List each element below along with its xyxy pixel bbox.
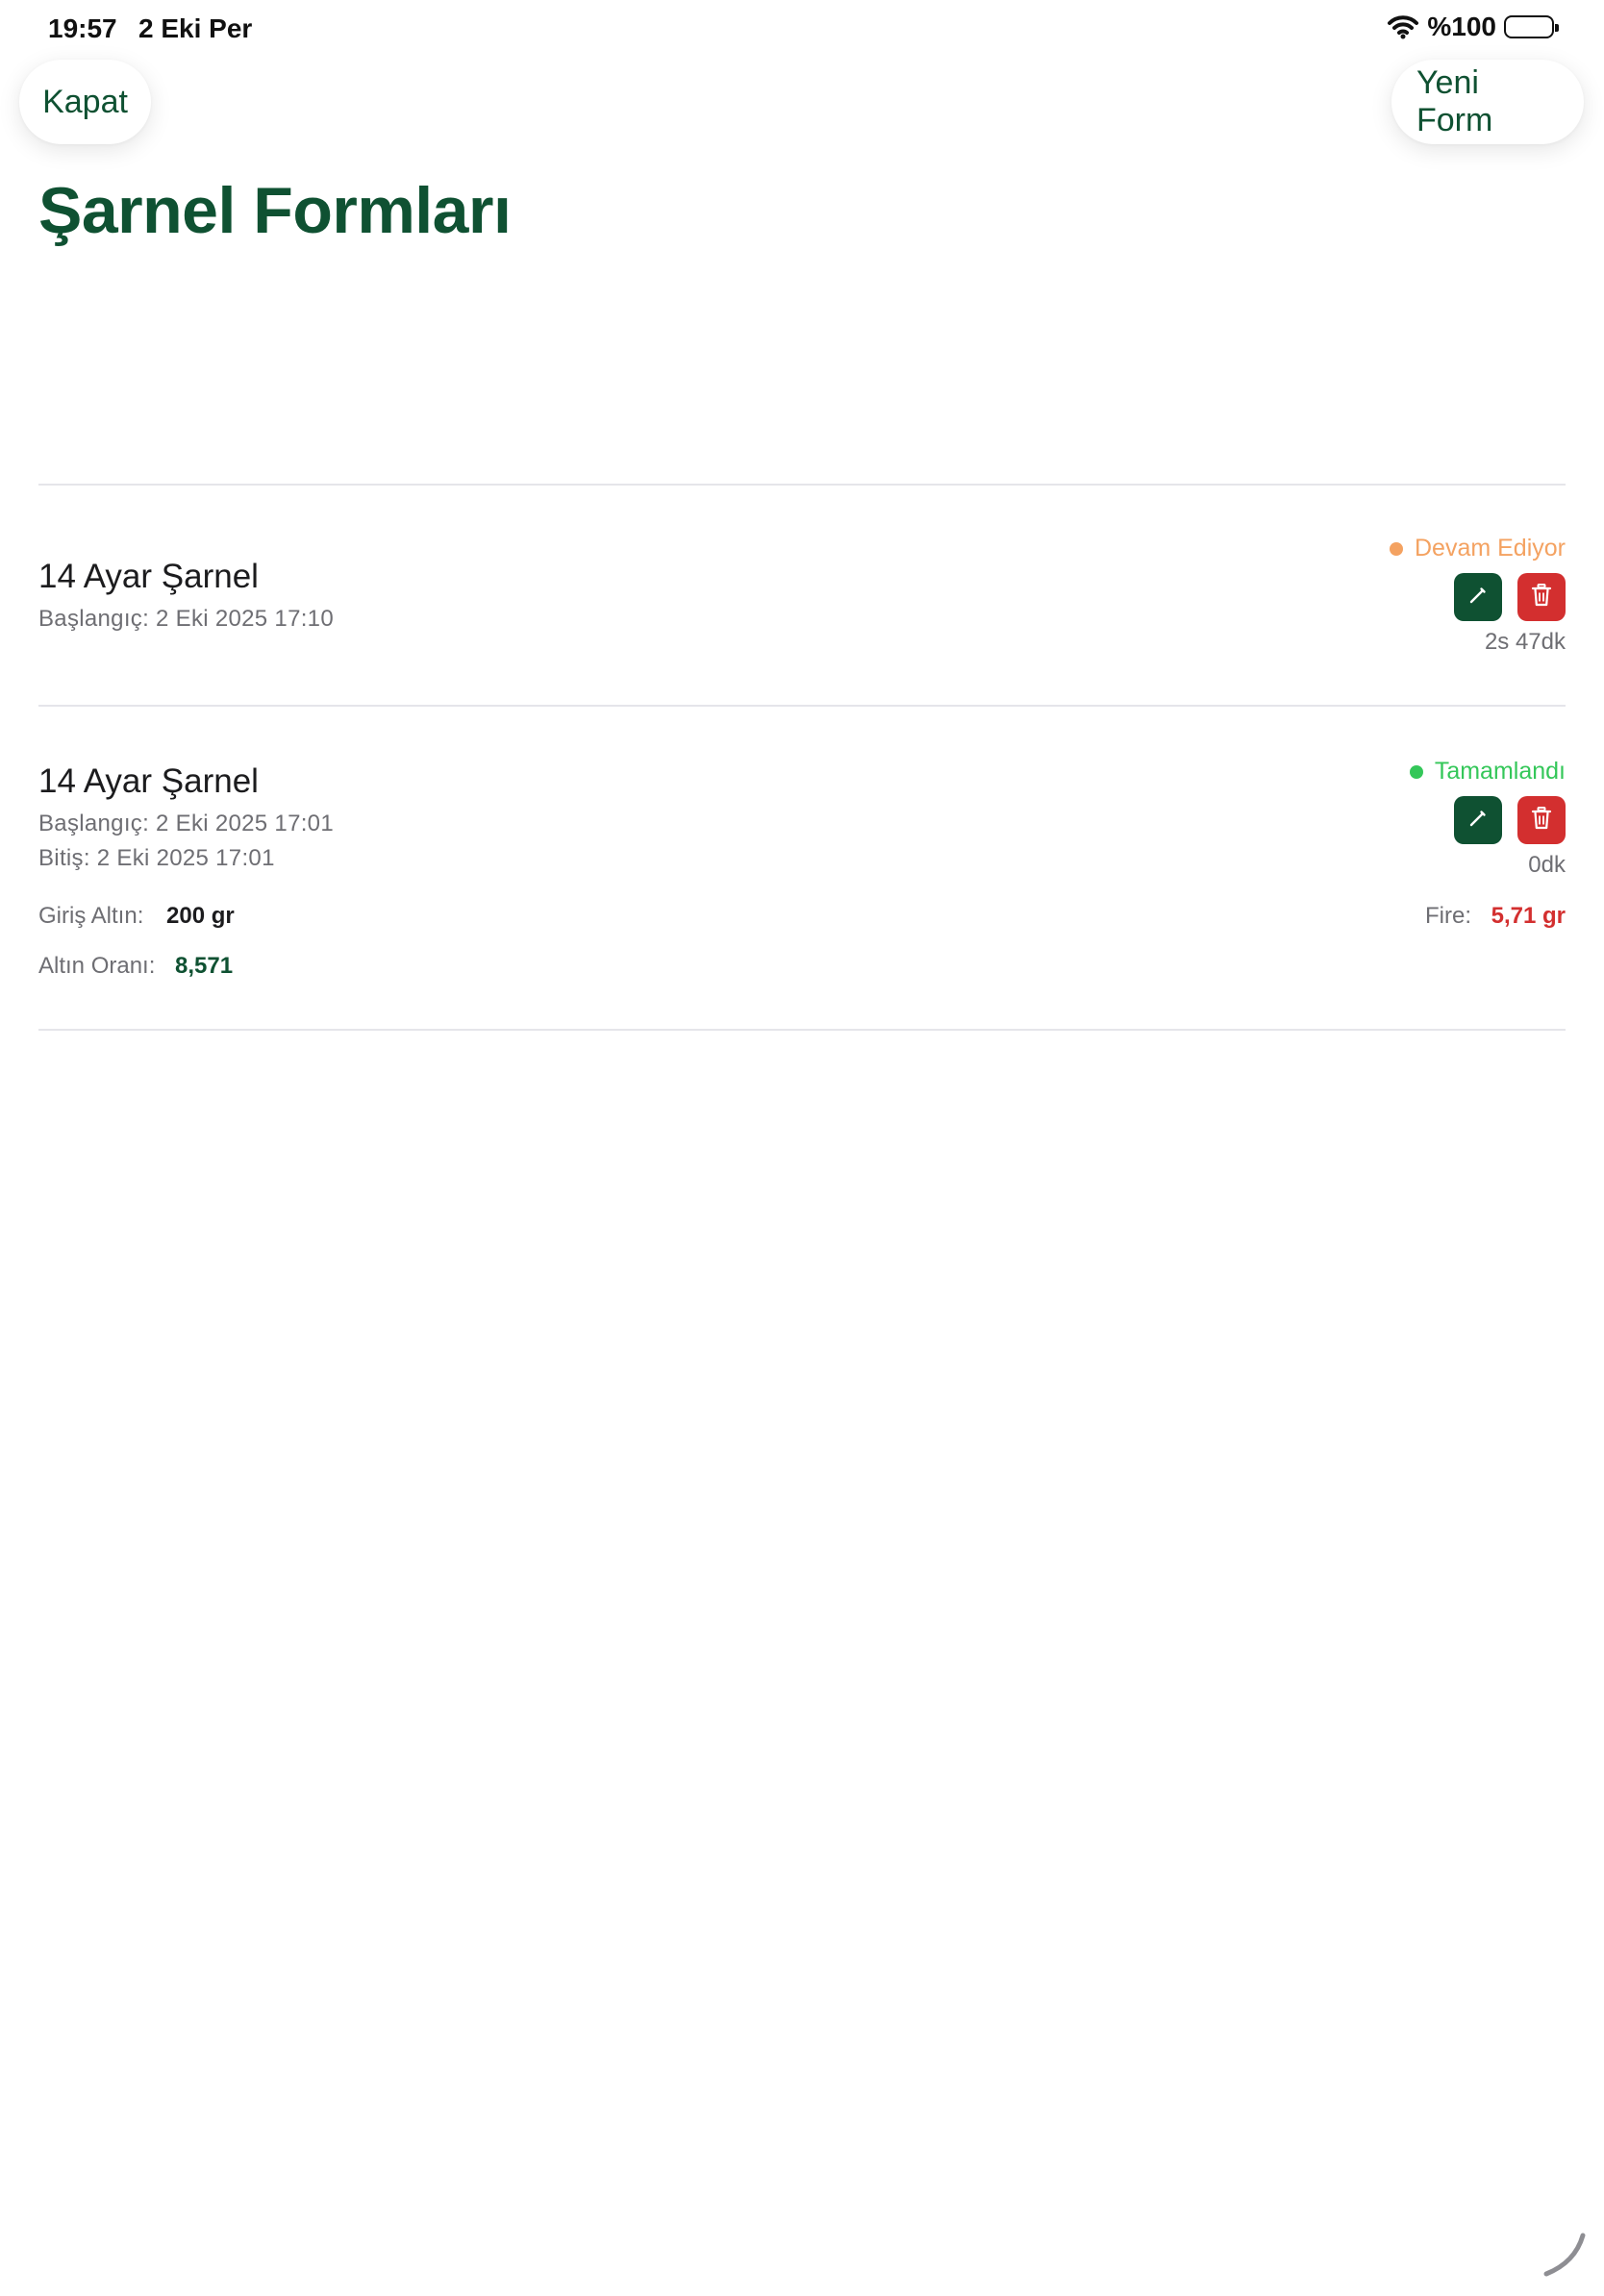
status-date: 2 Eki Per: [138, 13, 253, 43]
input-gold-label: Giriş Altın:: [38, 903, 144, 929]
new-form-button[interactable]: Yeni Form: [1391, 60, 1584, 144]
trash-icon: [1530, 583, 1553, 612]
duration: 0dk: [1528, 852, 1566, 878]
divider: [38, 1029, 1566, 1031]
form-end-date: Bitiş: 2 Eki 2025 17:01: [38, 845, 275, 871]
status-badge: Tamamlandı: [1409, 758, 1566, 786]
status-time: 19:57: [48, 13, 117, 43]
fire-label: Fire:: [1425, 903, 1471, 929]
close-button[interactable]: Kapat: [19, 60, 151, 144]
form-title: 14 Ayar Şarnel: [38, 558, 259, 595]
status-badge: Devam Ediyor: [1390, 535, 1566, 562]
divider: [38, 484, 1566, 486]
duration: 2s 47dk: [1484, 629, 1566, 655]
wifi-icon: [1387, 14, 1419, 39]
input-gold-value: 200 gr: [166, 903, 235, 929]
gold-ratio-label: Altın Oranı:: [38, 953, 156, 979]
status-label: Devam Ediyor: [1415, 535, 1566, 562]
status-dot-icon: [1390, 541, 1403, 556]
fire-value: 5,71 gr: [1491, 903, 1566, 929]
delete-button[interactable]: [1517, 573, 1566, 621]
form-start-date: Başlangıç: 2 Eki 2025 17:01: [38, 811, 334, 836]
form-start-date: Başlangıç: 2 Eki 2025 17:10: [38, 606, 334, 632]
gold-ratio-value: 8,571: [175, 953, 234, 979]
battery-percentage: %100: [1427, 12, 1496, 41]
status-bar: 19:57 2 Eki Per %100: [0, 0, 1604, 60]
edit-button[interactable]: [1454, 573, 1502, 621]
divider: [38, 705, 1566, 707]
status-label: Tamamlandı: [1434, 758, 1566, 785]
status-indicators: %100: [1387, 12, 1559, 42]
page-title: Şarnel Formları: [38, 174, 512, 247]
pencil-icon: [1466, 584, 1490, 611]
edit-button[interactable]: [1454, 796, 1502, 844]
corner-resize-icon[interactable]: [1537, 2224, 1594, 2286]
battery-icon: [1504, 15, 1559, 38]
form-title: 14 Ayar Şarnel: [38, 762, 259, 800]
delete-button[interactable]: [1517, 796, 1566, 844]
status-dot-icon: [1409, 764, 1423, 779]
trash-icon: [1530, 806, 1553, 836]
pencil-icon: [1466, 807, 1490, 835]
